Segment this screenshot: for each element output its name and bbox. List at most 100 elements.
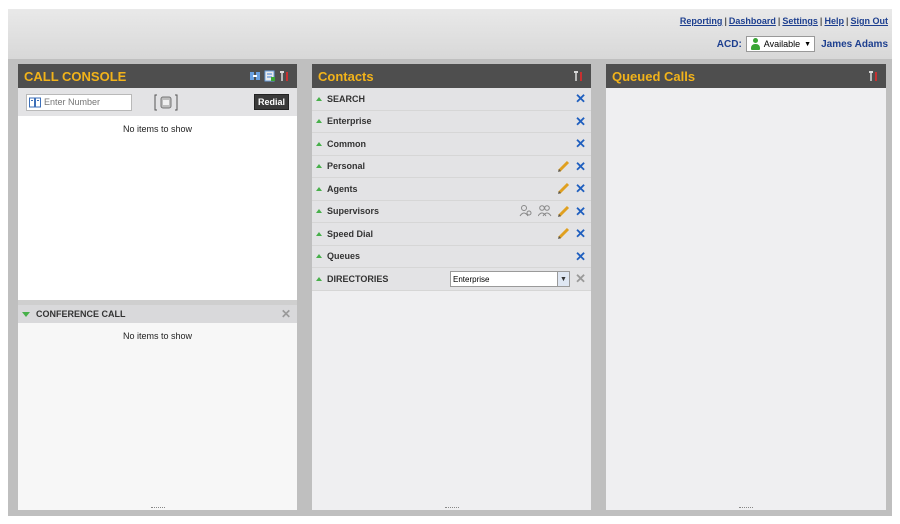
group-label: Queues bbox=[327, 251, 361, 262]
resize-grip[interactable] bbox=[150, 507, 165, 510]
remove-icon[interactable]: ✕ bbox=[575, 137, 586, 150]
top-bar: Reporting | Dashboard | Settings | Help | Sign O… bbox=[8, 9, 892, 59]
group-label: DIRECTORIES bbox=[327, 273, 389, 284]
edit-pencil-icon[interactable] bbox=[557, 227, 570, 240]
contacts-header-icons bbox=[573, 69, 585, 82]
available-person-icon bbox=[750, 38, 761, 50]
chevron-down-icon[interactable]: ▼ bbox=[557, 272, 569, 286]
expand-triangle-icon bbox=[316, 276, 322, 281]
expand-triangle-icon bbox=[316, 96, 322, 101]
expand-triangle-icon bbox=[316, 186, 322, 191]
contact-group-personal[interactable]: Personal ✕ bbox=[312, 155, 591, 178]
dashboard-link[interactable]: Dashboard bbox=[729, 16, 776, 26]
remove-icon[interactable]: ✕ bbox=[575, 92, 586, 105]
tools-icon[interactable] bbox=[868, 69, 880, 82]
contact-group-directories[interactable]: DIRECTORIES Enterprise ▼ ✕ bbox=[312, 268, 591, 291]
call-console-header-icons bbox=[249, 69, 291, 82]
dial-toolbar: Redial bbox=[18, 88, 297, 116]
remove-icon[interactable]: ✕ bbox=[575, 250, 586, 263]
row-actions: ✕ bbox=[557, 227, 586, 240]
group-label: Common bbox=[327, 138, 366, 149]
expand-triangle-icon bbox=[22, 311, 30, 317]
app-window: Reporting | Dashboard | Settings | Help | Sign O… bbox=[8, 9, 892, 516]
notes-icon[interactable] bbox=[264, 69, 276, 82]
row-actions: ✕ bbox=[557, 182, 586, 195]
remove-icon[interactable]: ✕ bbox=[575, 205, 586, 218]
row-actions: ✕ bbox=[519, 205, 586, 218]
resize-grip[interactable] bbox=[739, 507, 753, 510]
conference-empty-message: No items to show bbox=[122, 331, 193, 341]
enter-number-field[interactable] bbox=[26, 93, 132, 111]
row-actions: ✕ bbox=[575, 92, 586, 105]
expand-triangle-icon bbox=[316, 209, 322, 214]
edit-pencil-icon[interactable] bbox=[557, 205, 570, 218]
row-actions: ✕ bbox=[557, 160, 586, 173]
remove-icon[interactable]: ✕ bbox=[575, 182, 586, 195]
call-console-header: CALL CONSOLE bbox=[18, 64, 297, 88]
row-actions: ✕ bbox=[575, 137, 586, 150]
call-console-title: CALL CONSOLE bbox=[24, 68, 127, 84]
tools-icon[interactable] bbox=[279, 69, 291, 82]
supervisor-person-icon[interactable] bbox=[519, 205, 533, 217]
contacts-title: Contacts bbox=[318, 68, 374, 84]
directory-book-icon[interactable] bbox=[29, 97, 41, 108]
row-actions: ✕ bbox=[575, 250, 586, 263]
remove-icon[interactable]: ✕ bbox=[575, 227, 586, 240]
queued-calls-header-icons bbox=[868, 69, 880, 82]
resize-grip[interactable] bbox=[444, 507, 459, 510]
sign-out-link[interactable]: Sign Out bbox=[851, 16, 889, 26]
queued-calls-header: Queued Calls bbox=[606, 64, 886, 88]
expand-triangle-icon bbox=[316, 254, 322, 259]
expand-triangle-icon bbox=[316, 164, 322, 169]
row-actions: ✕ bbox=[575, 115, 586, 128]
contact-group-speed-dial[interactable]: Speed Dial ✕ bbox=[312, 223, 591, 246]
empty-message: No items to show bbox=[122, 124, 193, 134]
transfer-icon[interactable] bbox=[249, 69, 261, 82]
expand-triangle-icon bbox=[316, 141, 322, 146]
acd-row: ACD: Available ▼ James Adams bbox=[717, 36, 888, 52]
help-link[interactable]: Help bbox=[824, 16, 844, 26]
edit-pencil-icon[interactable] bbox=[557, 182, 570, 195]
conference-call-title: CONFERENCE CALL bbox=[36, 309, 126, 319]
chevron-down-icon: ▼ bbox=[804, 40, 812, 48]
acd-label: ACD: bbox=[716, 38, 742, 50]
user-name: James Adams bbox=[821, 38, 888, 50]
dial-button[interactable] bbox=[154, 94, 178, 111]
contact-group-queues[interactable]: Queues ✕ bbox=[312, 245, 591, 268]
settings-link[interactable]: Settings bbox=[782, 16, 818, 26]
remove-icon[interactable]: ✕ bbox=[575, 115, 586, 128]
close-icon[interactable]: ✕ bbox=[281, 308, 291, 320]
edit-pencil-icon[interactable] bbox=[557, 160, 570, 173]
queued-calls-title: Queued Calls bbox=[612, 68, 696, 84]
queued-calls-panel: Queued Calls bbox=[606, 64, 886, 510]
group-label: Agents bbox=[327, 183, 358, 194]
acd-status-value: Available bbox=[763, 39, 801, 49]
contact-group-common[interactable]: Common ✕ bbox=[312, 133, 591, 156]
supervisor-group-icon[interactable] bbox=[538, 205, 552, 217]
directory-selected-value: Enterprise bbox=[453, 274, 490, 284]
active-calls-list: No items to show bbox=[18, 116, 297, 300]
contact-group-search[interactable]: SEARCH ✕ bbox=[312, 88, 591, 111]
group-label: Supervisors bbox=[327, 206, 380, 217]
contacts-panel: Contacts SEARCH ✕ Enterprise ✕ Common ✕ … bbox=[312, 64, 591, 510]
contact-group-agents[interactable]: Agents ✕ bbox=[312, 178, 591, 201]
contact-group-supervisors[interactable]: Supervisors ✕ bbox=[312, 200, 591, 223]
reporting-link[interactable]: Reporting bbox=[680, 16, 723, 26]
directory-select[interactable]: Enterprise ▼ bbox=[450, 271, 570, 287]
group-label: Speed Dial bbox=[327, 228, 374, 239]
top-links: Reporting | Dashboard | Settings | Help | Sign O… bbox=[680, 16, 888, 26]
redial-button[interactable]: Redial bbox=[253, 94, 289, 110]
group-label: Enterprise bbox=[327, 116, 372, 127]
tools-icon[interactable] bbox=[573, 69, 585, 82]
conference-call-header[interactable]: CONFERENCE CALL ✕ bbox=[18, 305, 297, 323]
remove-icon[interactable]: ✕ bbox=[575, 160, 586, 173]
expand-triangle-icon bbox=[316, 231, 322, 236]
remove-icon[interactable]: ✕ bbox=[575, 272, 586, 285]
number-input[interactable] bbox=[44, 97, 130, 107]
contacts-header: Contacts bbox=[312, 64, 591, 88]
call-console-panel: CALL CONSOLE Redial bbox=[18, 64, 297, 510]
acd-status-dropdown[interactable]: Available ▼ bbox=[745, 36, 816, 52]
expand-triangle-icon bbox=[316, 119, 322, 124]
contact-group-enterprise[interactable]: Enterprise ✕ bbox=[312, 110, 591, 133]
conference-call-list: No items to show bbox=[18, 323, 297, 510]
